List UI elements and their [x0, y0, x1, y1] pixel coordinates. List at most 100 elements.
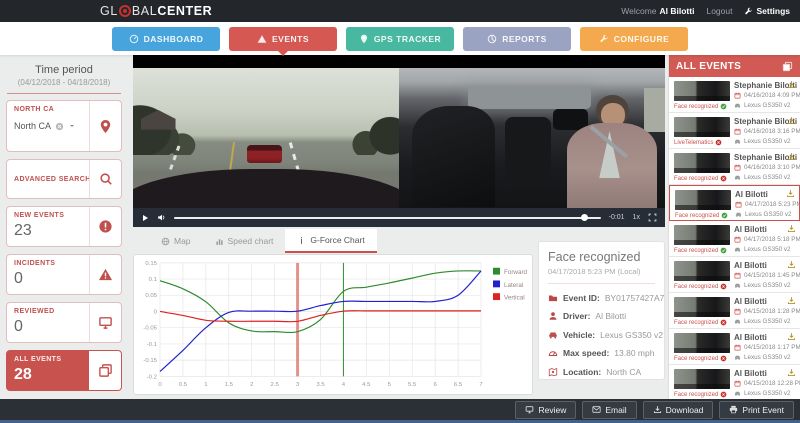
check-circle-icon [720, 103, 727, 110]
logout-link[interactable]: Logout [706, 6, 732, 16]
search-icon[interactable] [99, 172, 113, 186]
download-button[interactable]: Download [643, 401, 714, 419]
event-list-item[interactable]: Face recognized Al Bilotti 04/15/2018 1:… [669, 257, 800, 293]
play-button[interactable] [141, 214, 149, 222]
tab-map[interactable]: Map [149, 229, 203, 253]
event-download-button[interactable] [787, 116, 796, 125]
counter-label: NEW EVENTS [14, 212, 82, 219]
seek-bar[interactable] [174, 217, 601, 219]
volume-button[interactable] [157, 213, 166, 222]
globalcenter-app: GLBALCENTER WelcomeAl Bilotti Logout Set… [0, 0, 800, 423]
event-list-item[interactable]: Face recognized Al Bilotti 04/17/2018 5:… [669, 185, 800, 221]
download-icon[interactable] [787, 368, 796, 377]
copy-icon[interactable] [782, 61, 793, 72]
fullscreen-icon[interactable] [648, 213, 657, 222]
tab-speed-chart[interactable]: Speed chart [203, 229, 286, 253]
download-icon[interactable] [787, 224, 796, 233]
globe-icon [161, 237, 170, 246]
location-value: North CA [14, 121, 51, 131]
time-remaining: -0:01 [609, 214, 625, 221]
event-date: 04/15/2018 12:28 PM [734, 380, 800, 387]
review-button[interactable]: Review [515, 401, 576, 419]
download-icon[interactable] [787, 260, 796, 269]
counter-all-events[interactable]: ALL EVENTS 28 [6, 350, 122, 391]
speaker-icon[interactable] [157, 213, 166, 222]
svg-text:4.5: 4.5 [362, 382, 371, 388]
calendar-icon [734, 236, 741, 243]
warning-triangle-icon [98, 267, 113, 282]
download-icon[interactable] [787, 332, 796, 341]
playback-speed[interactable]: 1x [633, 214, 640, 221]
x-circle-icon [720, 355, 727, 362]
svg-text:0.5: 0.5 [179, 382, 188, 388]
download-icon[interactable] [786, 189, 795, 198]
main-content: -0:01 1x Map Speed chart G-Force Chart 0… [128, 55, 668, 399]
event-download-button[interactable] [787, 296, 796, 305]
counter-new-events[interactable]: NEW EVENTS 23 [6, 206, 122, 247]
nav-tab-dashboard[interactable]: DASHBOARD [112, 27, 220, 51]
driver-figure [567, 95, 657, 208]
event-download-button[interactable] [787, 80, 796, 89]
event-vehicle: Lexus GS350 v2 [734, 174, 791, 181]
event-list-item[interactable]: Face recognized Stephanie Bilotti 04/16/… [669, 149, 800, 185]
download-icon[interactable] [787, 296, 796, 305]
calendar-icon [734, 164, 741, 171]
car-icon [734, 174, 741, 181]
search-icon-section[interactable] [89, 160, 121, 198]
event-list-item[interactable]: Face recognized Al Bilotti 04/17/2018 5:… [669, 221, 800, 257]
vehicle-hood [133, 169, 399, 208]
download-icon[interactable] [787, 80, 796, 89]
email-button[interactable]: Email [582, 401, 636, 419]
calendar-icon [734, 380, 741, 387]
event-download-button[interactable] [787, 152, 796, 161]
nav-tab-configure[interactable]: CONFIGURE [580, 27, 688, 51]
tab-g-force-chart[interactable]: G-Force Chart [285, 229, 376, 253]
event-download-button[interactable] [786, 189, 795, 198]
event-download-button[interactable] [787, 332, 796, 341]
main-nav: DASHBOARD EVENTS GPS TRACKER REPORTS CON… [0, 22, 800, 55]
event-details-card: Face recognized 04/17/2018 5:23 PM (Loca… [538, 241, 665, 380]
nav-tab-reports[interactable]: REPORTS [463, 27, 571, 51]
counter-label: REVIEWED [14, 308, 82, 315]
settings-link[interactable]: Settings [744, 6, 790, 16]
event-download-button[interactable] [787, 260, 796, 269]
event-list-item[interactable]: Face recognized Al Bilotti 04/15/2018 1:… [669, 293, 800, 329]
gauge-icon [129, 34, 139, 44]
event-list-item[interactable]: Face recognized Al Bilotti 04/15/2018 1:… [669, 329, 800, 365]
counter-reviewed[interactable]: REVIEWED 0 [6, 302, 122, 343]
event-list-item[interactable]: Face recognized Al Bilotti 04/15/2018 12… [669, 365, 800, 401]
header-actions: WelcomeAl Bilotti Logout Settings [621, 6, 800, 16]
time-period-title: Time period [5, 64, 123, 76]
fullscreen-button[interactable] [648, 213, 657, 222]
location-select[interactable]: North CA [14, 121, 82, 131]
print-event-button[interactable]: Print Event [719, 401, 794, 419]
seek-handle[interactable] [581, 214, 588, 221]
x-circle-icon [720, 391, 727, 398]
advanced-search-card[interactable]: ADVANCED SEARCH [6, 159, 122, 199]
car-icon [735, 211, 742, 218]
event-tag: Face recognized [675, 212, 728, 219]
nav-tab-events[interactable]: EVENTS [229, 27, 337, 51]
download-icon[interactable] [787, 116, 796, 125]
event-download-button[interactable] [787, 368, 796, 377]
video-player[interactable]: -0:01 1x [133, 55, 665, 227]
svg-text:4: 4 [342, 382, 346, 388]
download-icon[interactable] [787, 152, 796, 161]
event-download-button[interactable] [787, 224, 796, 233]
nav-tab-gps-tracker[interactable]: GPS TRACKER [346, 27, 454, 51]
printer-icon [729, 405, 738, 414]
view-tabs: Map Speed chart G-Force Chart [133, 229, 377, 253]
event-list-item[interactable]: LiveTelematics Stephanie Bilotti 04/16/2… [669, 113, 800, 149]
svg-text:0: 0 [158, 382, 162, 388]
caret-down-icon[interactable] [68, 122, 76, 130]
play-icon[interactable] [141, 214, 149, 222]
time-period-range: (04/12/2018 - 04/18/2018) [5, 78, 123, 87]
svg-text:Forward: Forward [504, 269, 528, 276]
svg-text:0: 0 [154, 309, 158, 315]
clear-icon[interactable] [55, 122, 64, 131]
svg-text:Lateral: Lateral [504, 282, 523, 289]
counter-incidents[interactable]: INCIDENTS 0 [6, 254, 122, 295]
event-list-item[interactable]: Face recognized Stephanie Bilotti 04/16/… [669, 77, 800, 113]
event-vehicle: Lexus GS350 v2 [734, 246, 791, 253]
counter-value: 23 [14, 222, 82, 240]
